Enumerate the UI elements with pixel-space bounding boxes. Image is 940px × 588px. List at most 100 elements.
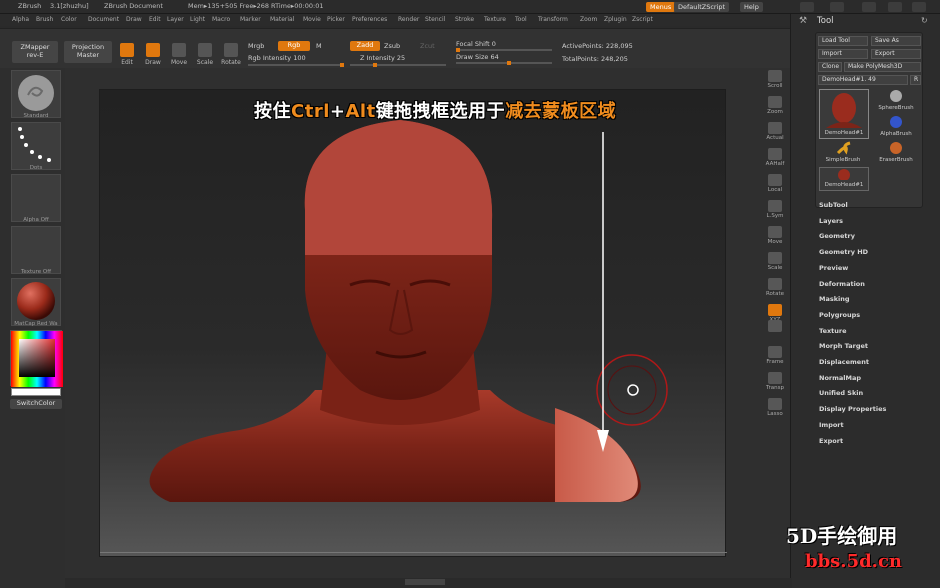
menu-layer[interactable]: Layer <box>167 16 184 23</box>
draw-mode-button[interactable]: Draw <box>142 41 164 71</box>
tool-menu-export[interactable]: Export <box>819 437 843 445</box>
default-zscript-button[interactable]: DefaultZScript <box>674 2 730 12</box>
menu-tool[interactable]: Tool <box>515 16 527 23</box>
view-scale-button[interactable]: Scale <box>760 250 790 274</box>
tool-menu-import[interactable]: Import <box>819 421 844 429</box>
scale-mode-button[interactable]: Scale <box>194 41 216 71</box>
menu-texture[interactable]: Texture <box>484 16 506 23</box>
layout-icon[interactable] <box>830 2 844 12</box>
menu-render[interactable]: Render <box>398 16 419 23</box>
tool-menu-geometry[interactable]: Geometry <box>819 232 855 240</box>
tool-thumb-demohead-2[interactable]: DemoHead#1 <box>819 167 869 191</box>
texture-slot[interactable] <box>11 226 61 274</box>
load-tool-button[interactable]: Load Tool <box>818 36 868 46</box>
make-polymesh-button[interactable]: Make PolyMesh3D <box>844 62 921 72</box>
menu-preferences[interactable]: Preferences <box>352 16 387 23</box>
menu-brush[interactable]: Brush <box>36 16 53 23</box>
z-intensity-slider[interactable] <box>350 63 446 67</box>
view-local-button[interactable]: Local <box>760 172 790 196</box>
view-aahalf-button[interactable]: AAHalf <box>760 146 790 170</box>
saturation-square[interactable] <box>19 339 55 377</box>
save-as-button[interactable]: Save As <box>871 36 921 46</box>
rgb-button[interactable]: Rgb <box>278 41 310 51</box>
r-button[interactable]: R <box>910 75 921 85</box>
menu-zoom[interactable]: Zoom <box>580 16 597 23</box>
projection-master-button[interactable]: Projection Master <box>64 41 112 63</box>
close-icon[interactable] <box>912 2 926 12</box>
minimize-icon[interactable] <box>800 2 814 12</box>
tool-menu-subtool[interactable]: SubTool <box>819 201 848 209</box>
view-l-sym-button[interactable]: L.Sym <box>760 198 790 222</box>
switch-color-button[interactable]: SwitchColor <box>10 399 62 409</box>
zcut-button[interactable]: Zcut <box>420 42 435 50</box>
tool-menu-normalmap[interactable]: NormalMap <box>819 374 861 382</box>
menu-stroke[interactable]: Stroke <box>455 16 474 23</box>
zadd-button[interactable]: Zadd <box>350 41 380 51</box>
color-picker[interactable] <box>10 330 63 387</box>
material-slot[interactable] <box>11 278 61 326</box>
menu-document[interactable]: Document <box>88 16 119 23</box>
view-scroll-button[interactable]: Scroll <box>760 68 790 92</box>
rotate-mode-button[interactable]: Rotate <box>220 41 242 71</box>
menus-button[interactable]: Menus <box>646 2 676 12</box>
draw-size-slider[interactable] <box>456 61 552 65</box>
tool-menu-unified-skin[interactable]: Unified Skin <box>819 389 863 397</box>
view-transp-button[interactable]: Transp <box>760 370 790 394</box>
tool-thumb-eraserbrush[interactable]: EraserBrush <box>871 141 921 165</box>
focal-shift-handle[interactable] <box>456 48 460 52</box>
view-rotate-button[interactable]: Rotate <box>760 276 790 300</box>
tool-menu-display-properties[interactable]: Display Properties <box>819 405 886 413</box>
menu-movie[interactable]: Movie <box>303 16 321 23</box>
tool-menu-morph-target[interactable]: Morph Target <box>819 342 868 350</box>
rgb-intensity-slider[interactable] <box>248 63 344 67</box>
stroke-slot[interactable] <box>11 122 61 170</box>
mrgb-button[interactable]: Mrgb <box>248 42 264 50</box>
menu-draw[interactable]: Draw <box>126 16 142 23</box>
collapse-handle[interactable] <box>405 579 445 585</box>
tool-menu-layers[interactable]: Layers <box>819 217 843 225</box>
current-tool-slider[interactable]: DemoHead#1. 49 <box>818 75 908 85</box>
tool-menu-deformation[interactable]: Deformation <box>819 280 865 288</box>
tool-menu-masking[interactable]: Masking <box>819 295 850 303</box>
zsub-button[interactable]: Zsub <box>384 42 400 50</box>
menu-transform[interactable]: Transform <box>538 16 568 23</box>
view-zoom-button[interactable]: Zoom <box>760 94 790 118</box>
z-intensity-handle[interactable] <box>373 63 377 67</box>
view-rotate-axis-button[interactable] <box>760 318 790 342</box>
tool-menu-preview[interactable]: Preview <box>819 264 848 272</box>
tool-thumb-alphabrush[interactable]: AlphaBrush <box>871 115 921 139</box>
help-button[interactable]: Help <box>740 2 763 12</box>
draw-size-handle[interactable] <box>506 61 511 65</box>
edit-mode-button[interactable]: Edit <box>116 41 138 71</box>
tool-thumb-demohead[interactable]: DemoHead#1 <box>819 89 869 139</box>
menu-marker[interactable]: Marker <box>240 16 261 23</box>
rgb-intensity-handle[interactable] <box>340 63 344 67</box>
menu-stencil[interactable]: Stencil <box>425 16 445 23</box>
tool-menu-displacement[interactable]: Displacement <box>819 358 869 366</box>
clone-button[interactable]: Clone <box>818 62 842 72</box>
focal-shift-slider[interactable] <box>456 48 552 52</box>
tool-thumb-simplebrush[interactable]: SimpleBrush <box>818 141 868 165</box>
menu-zplugin[interactable]: Zplugin <box>604 16 627 23</box>
refresh-icon[interactable]: ↻ <box>921 16 928 25</box>
menu-light[interactable]: Light <box>190 16 205 23</box>
view-frame-button[interactable]: Frame <box>760 344 790 368</box>
restore-icon[interactable] <box>888 2 902 12</box>
move-mode-button[interactable]: Move <box>168 41 190 71</box>
lock-icon[interactable] <box>862 2 876 12</box>
menu-alpha[interactable]: Alpha <box>12 16 29 23</box>
view-lasso-button[interactable]: Lasso <box>760 396 790 420</box>
alpha-slot[interactable] <box>11 174 61 222</box>
menu-material[interactable]: Material <box>270 16 294 23</box>
zmapper-button[interactable]: ZMapper rev-E <box>12 41 58 63</box>
tool-menu-texture[interactable]: Texture <box>819 327 847 335</box>
tool-menu-polygroups[interactable]: Polygroups <box>819 311 860 319</box>
export-button[interactable]: Export <box>871 49 921 59</box>
document-viewport[interactable] <box>99 89 727 557</box>
tool-thumb-spherebrush[interactable]: SphereBrush <box>871 89 921 113</box>
import-button[interactable]: Import <box>818 49 868 59</box>
menu-picker[interactable]: Picker <box>327 16 345 23</box>
menu-macro[interactable]: Macro <box>212 16 230 23</box>
brush-slot[interactable] <box>11 70 61 118</box>
view-move-button[interactable]: Move <box>760 224 790 248</box>
